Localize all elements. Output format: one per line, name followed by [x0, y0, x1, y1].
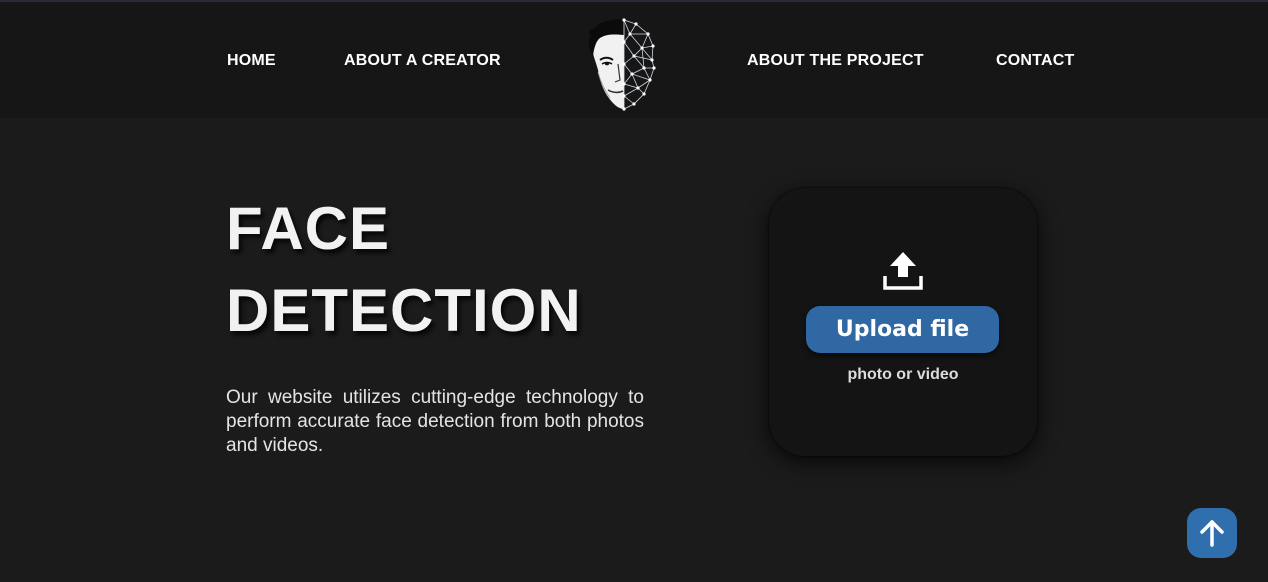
hero-description: Our website utilizes cutting-edge techno… [226, 387, 644, 456]
scroll-to-top-button[interactable] [1187, 508, 1237, 558]
face-logo-icon[interactable] [586, 16, 660, 112]
upload-subtitle: photo or video [847, 366, 959, 383]
site-header: HOME ABOUT A CREATOR ABOUT THE PROJECT C… [0, 2, 1268, 118]
page-title: FACE DETECTION [226, 188, 582, 352]
upload-icon[interactable] [881, 250, 925, 294]
nav-about-creator[interactable]: ABOUT A CREATOR [344, 52, 501, 70]
arrow-up-icon [1200, 520, 1224, 547]
upload-card: Upload file photo or video [769, 188, 1037, 456]
nav-home[interactable]: HOME [227, 52, 276, 70]
nav-contact[interactable]: CONTACT [996, 52, 1074, 70]
upload-file-button[interactable]: Upload file [806, 306, 999, 353]
nav-about-project[interactable]: ABOUT THE PROJECT [747, 52, 924, 70]
title-line-detection: DETECTION [226, 277, 582, 344]
title-line-face: FACE [226, 195, 391, 262]
